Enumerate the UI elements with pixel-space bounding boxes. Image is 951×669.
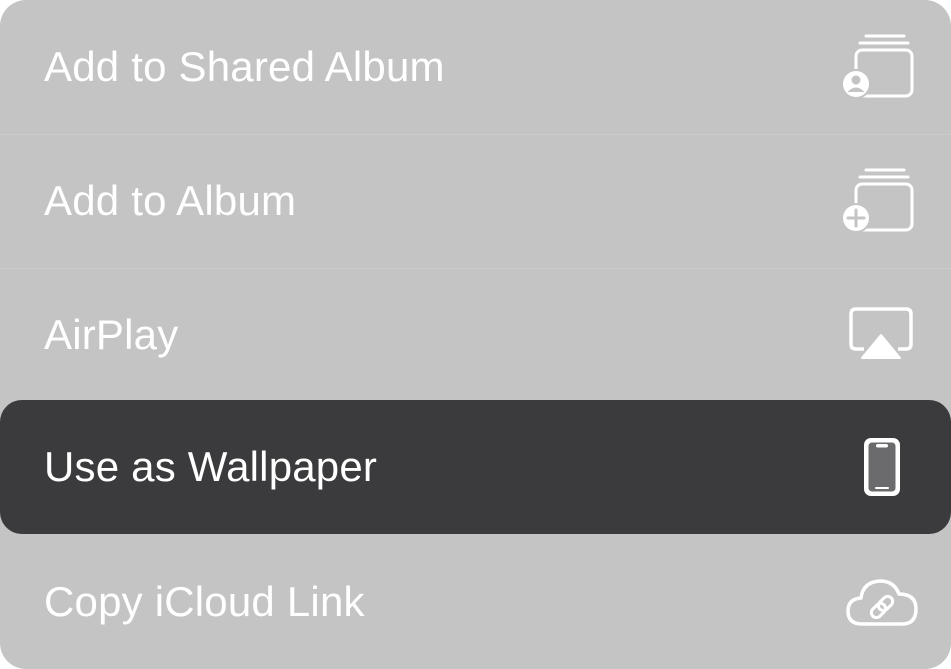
add-album-icon <box>841 168 914 233</box>
shared-album-icon <box>841 34 914 99</box>
menu-item-label: AirPlay <box>44 311 179 358</box>
menu-item-copy-icloud-link[interactable]: Copy iCloud Link <box>0 535 951 669</box>
menu-item-add-to-shared-album[interactable]: Add to Shared Album <box>0 0 951 134</box>
menu-item-use-as-wallpaper[interactable]: Use as Wallpaper <box>0 400 951 534</box>
share-action-menu: Add to Shared Album Add to Album AirPlay <box>0 0 951 669</box>
iphone-icon <box>864 438 900 496</box>
menu-item-add-to-album[interactable]: Add to Album <box>0 134 951 268</box>
icloud-link-icon <box>846 579 918 626</box>
menu-item-label: Copy iCloud Link <box>44 578 365 625</box>
menu-item-label: Add to Shared Album <box>44 43 445 90</box>
menu-item-label: Add to Album <box>44 177 297 224</box>
airplay-icon <box>849 307 913 359</box>
menu-item-airplay[interactable]: AirPlay <box>0 268 951 402</box>
menu-item-label: Use as Wallpaper <box>44 443 378 490</box>
